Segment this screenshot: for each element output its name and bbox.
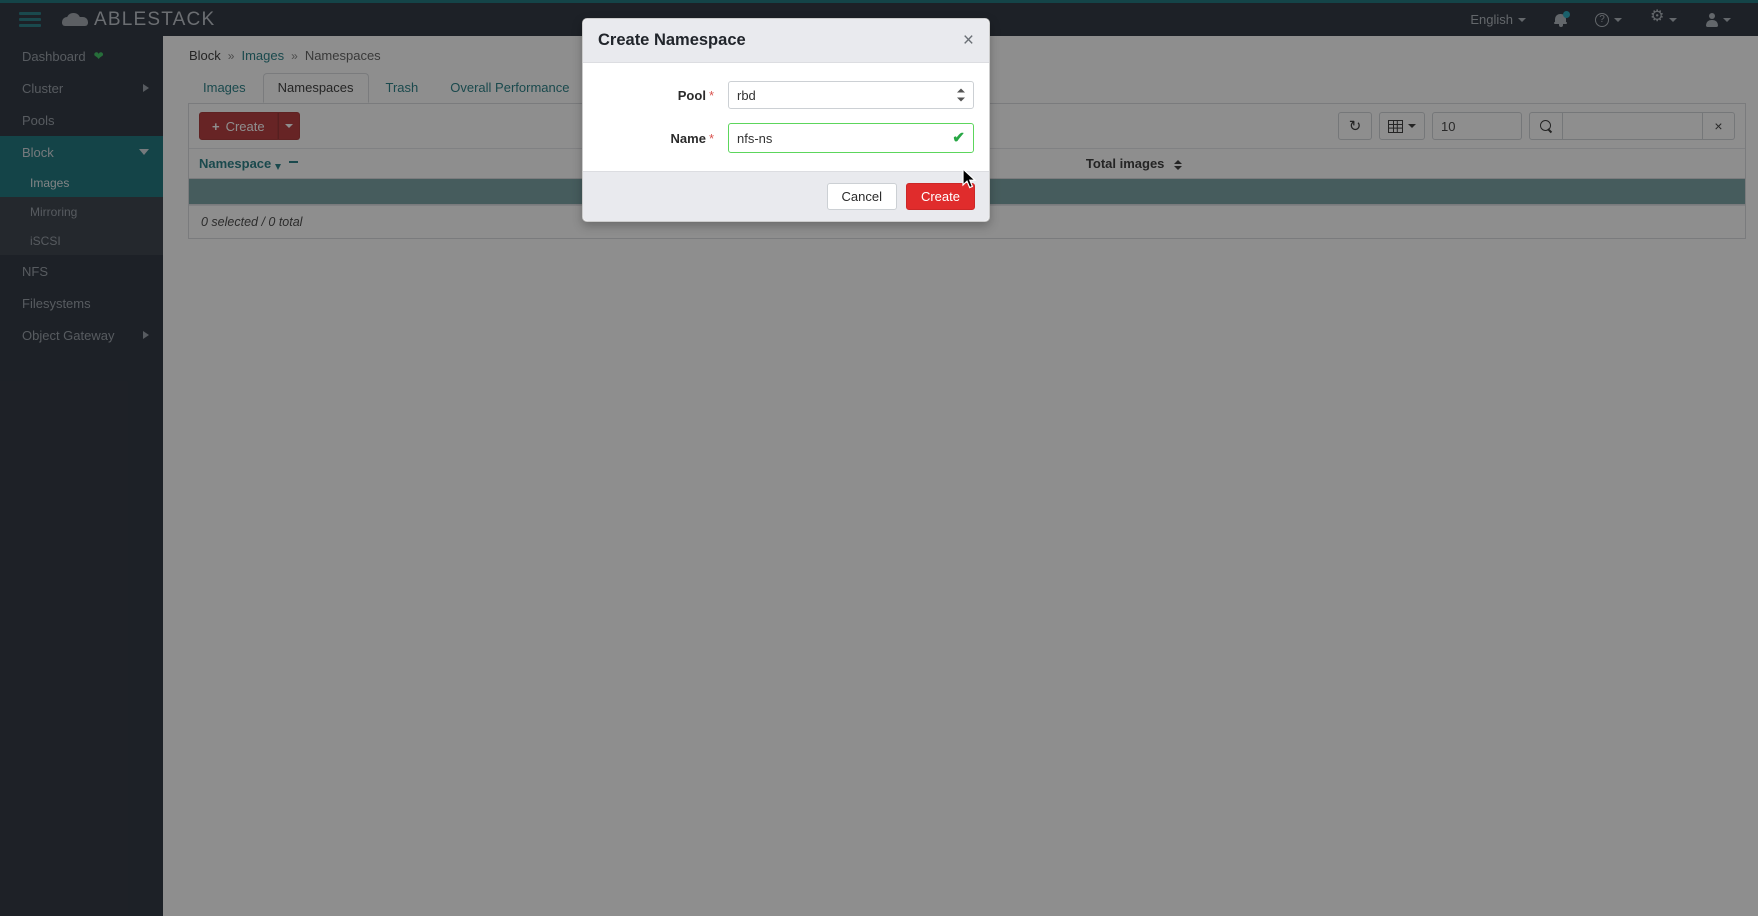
dialog-footer: Cancel Create	[583, 171, 989, 221]
name-input[interactable]	[728, 123, 974, 153]
create-namespace-dialog: Create Namespace × Pool* rbd Name* ✔ Can…	[582, 18, 990, 222]
dialog-title: Create Namespace	[598, 31, 746, 49]
label-text: Name	[670, 130, 706, 146]
submit-create-button[interactable]: Create	[905, 183, 975, 210]
pool-select[interactable]: rbd	[728, 81, 974, 109]
pool-field-row: Pool * rbd	[598, 81, 974, 109]
dialog-body: Pool* rbd Name* ✔	[583, 63, 989, 171]
label-text: Pool	[677, 87, 706, 103]
close-icon[interactable]: ×	[963, 31, 974, 50]
name-input-wrapper: ✔	[728, 123, 974, 153]
required-marker: *	[708, 87, 714, 103]
dialog-header: Create Namespace ×	[583, 19, 989, 63]
name-field-row: Name* ✔	[598, 123, 974, 153]
pool-select-wrapper: rbd	[728, 81, 974, 109]
required-marker: *	[708, 130, 714, 146]
pool-field-label: Pool *	[598, 88, 728, 103]
name-field-label: Name *	[598, 131, 728, 146]
cancel-button[interactable]: Cancel	[826, 183, 897, 210]
